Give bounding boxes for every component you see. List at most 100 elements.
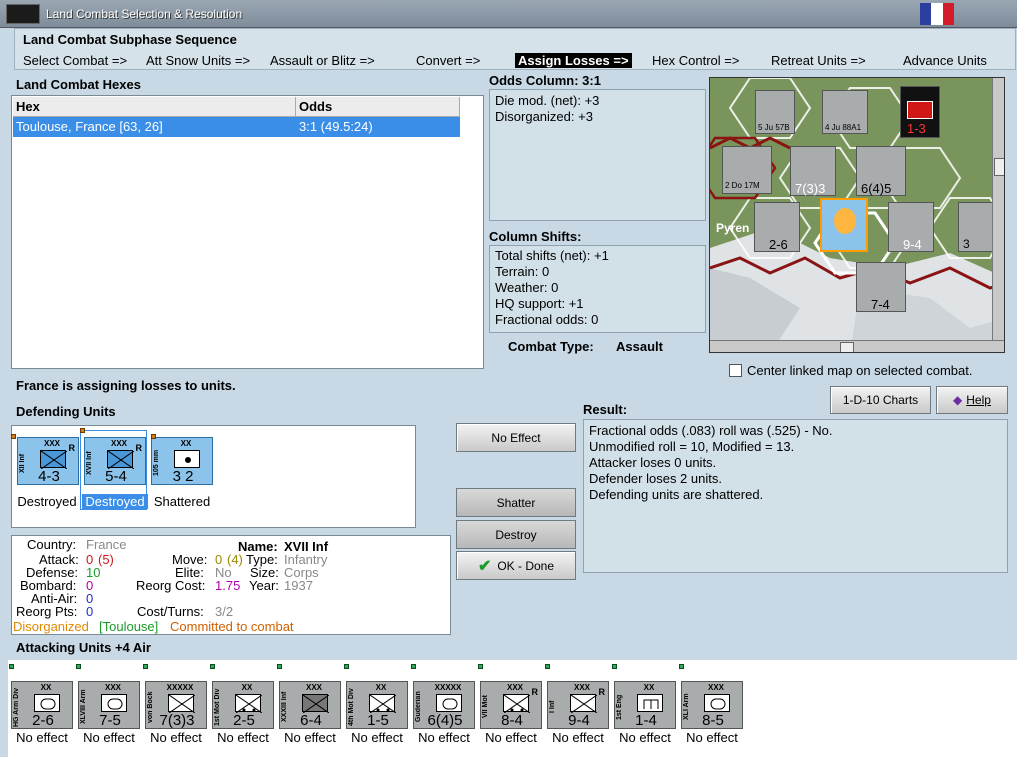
attacking-unit-guderian[interactable]: Guderian XXXXX 6(4)5 [413,681,475,729]
column-header-hex[interactable]: Hex [13,97,296,117]
attacking-unit-1st-mot-div[interactable]: 1st Mot Div XX 2-5 [212,681,274,729]
unit-value: 1-5 [367,712,389,729]
unit-size: XXX [110,439,127,448]
step-convert: Convert => [416,53,481,68]
unit-marker-icon [478,664,483,669]
armor-symbol-icon [34,694,60,712]
unit-size: XX [643,683,655,692]
odds-cell: 3:1 (49.5:24) [299,119,373,134]
column-shifts-panel: Total shifts (net): +1 Terrain: 0 Weathe… [489,245,706,333]
result-line: Unmodified roll = 10, Modified = 13. [589,439,795,454]
ok-done-button[interactable]: ✔ OK - Done [456,551,576,580]
attacking-unit-i-inf[interactable]: I Inf XXX R 9-4 [547,681,609,729]
reorg-pts-label: Reorg Pts: [16,604,78,619]
sequence-header: Land Combat Subphase Sequence [23,32,237,47]
charts-button[interactable]: 1-D-10 Charts [830,386,931,414]
help-label: Help [966,393,991,407]
map-counter-french-corps[interactable]: 1-3 [900,86,940,138]
inf-symbol-icon [570,694,598,714]
unit-reserve-flag: R [531,687,539,697]
unit-status: Shattered [153,494,211,509]
armor-symbol-icon [704,694,730,712]
mot-symbol-icon [235,694,263,714]
land-combat-window: Land Combat Selection & Resolution Land … [0,0,1017,757]
attacking-unit-xli-arm[interactable]: XLI Arm XXX 8-5 [681,681,743,729]
map-counter-hg-arm[interactable]: 2-6 [754,202,800,252]
map-counter-von-bock[interactable]: 7(3)3 [790,146,836,196]
shifts-title: Column Shifts: [489,229,582,244]
column-header-odds[interactable]: Odds [296,97,460,117]
center-map-checkbox[interactable] [729,364,742,377]
map-counter-value: 6(4)5 [861,181,892,196]
inf-symbol-icon [302,694,330,714]
unit-value: 5-4 [105,468,127,485]
result-line: Attacker loses 0 units. [589,455,717,470]
map-counter-value: 2-6 [769,237,788,252]
unit-status: No effect [552,730,604,745]
die-mod-text: Die mod. (net): +3 [495,93,600,108]
step-select-combat: Select Combat => [23,53,128,68]
map-vertical-scrollbar[interactable] [992,78,1004,340]
attacking-unit-4th-mot-div[interactable]: 4th Mot Div XX 1-5 [346,681,408,729]
map-vscroll-thumb[interactable] [994,158,1004,176]
unit-status: No effect [16,730,68,745]
unit-value: 3 2 [172,468,194,485]
subphase-sequence: Land Combat Subphase Sequence Select Com… [14,28,1016,70]
unit-value: 2-6 [32,712,54,729]
attacking-unit-1st-eng[interactable]: 1st Eng XX 1-4 [614,681,676,729]
defending-unit-105mm[interactable]: 105 mm XX 3 2 [151,437,213,485]
map-counter-defending-stack[interactable] [820,198,868,252]
map-horizontal-scrollbar[interactable] [710,340,1004,352]
help-button[interactable]: ◆ Help [936,386,1008,414]
unit-status: No effect [284,730,336,745]
cost-turns-value: 3/2 [215,604,234,619]
unit-value: 4-3 [38,468,60,485]
unit-status: No effect [619,730,671,745]
attacking-unit-von-bock[interactable]: von Bock XXXXX 7(3)3 [145,681,207,729]
map-label-pyrenees: Pyren [716,221,750,235]
map-unit-symbol-icon [907,101,933,119]
defending-unit-xii-inf[interactable]: XII Inf XXX R 4-3 [17,437,79,485]
year-value: 1937 [284,578,313,593]
unit-value: 7(3)3 [159,712,195,729]
country-value: France [86,537,127,552]
map-counter-do17[interactable]: 2 Do 17M [722,146,772,194]
map-counter-xxxiii[interactable]: 7-4 [856,262,906,312]
map-counter-stuka[interactable]: 5 Ju 57B [755,90,795,134]
attacking-unit-hg-arm-div[interactable]: HG Arm Div XX 2-6 [11,681,73,729]
unit-size: XX [241,683,253,692]
destroy-button[interactable]: Destroy [456,520,576,549]
hq-symbol-icon [168,694,196,714]
help-book-icon: ◆ [953,393,963,407]
combat-hexes-table[interactable]: Hex Odds Toulouse, France [63, 26] 3:1 (… [11,95,484,369]
unit-size: XXX [104,683,121,692]
status-message: France is assigning losses to units. [16,378,236,393]
unit-size: XXXXX [166,683,194,692]
combat-map[interactable]: 5 Ju 57B 4 Ju 88A1 1-3 2 Do 17M 7(3)3 6(… [709,77,1005,353]
unit-size: XX [180,439,192,448]
attacking-unit-xlviii-arm[interactable]: XLVIII Arm XXX 7-5 [78,681,140,729]
unit-size: XXX [573,683,590,692]
status-disorganized: Disorganized [13,619,89,634]
result-line: Fractional odds (.083) roll was (.525) -… [589,423,833,438]
step-assign-losses: Assign Losses => [515,53,632,68]
shatter-button[interactable]: Shatter [456,488,576,517]
map-hscroll-thumb[interactable] [840,342,854,352]
map-counter-i-inf[interactable]: 9-4 [888,202,934,252]
odds-title: Odds Column: 3:1 [489,73,601,88]
artillery-symbol-icon [174,450,200,468]
table-row[interactable]: Toulouse, France [63, 26] 3:1 (49.5:24) [13,117,460,137]
armor-symbol-icon [101,694,127,712]
result-line: Defending units are shattered. [589,487,764,502]
attacking-unit-xxxiii-inf[interactable]: XXXIII Inf XXX 6-4 [279,681,341,729]
attacking-unit-vii-mot[interactable]: VII Mot XXX R 8-4 [480,681,542,729]
defending-unit-xvii-inf[interactable]: XVII Inf XXX R 5-4 [84,437,146,485]
map-counter-ju88[interactable]: 4 Ju 88A1 [822,90,868,134]
map-counter-guderian[interactable]: 6(4)5 [856,146,906,196]
france-flag-icon [920,3,954,25]
no-effect-button[interactable]: No Effect [456,423,576,452]
title-bar: Land Combat Selection & Resolution [0,0,1017,28]
hex-cell: Toulouse, France [63, 26] [16,119,163,134]
step-advance-units: Advance Units [903,53,987,68]
window-title: Land Combat Selection & Resolution [46,7,243,21]
